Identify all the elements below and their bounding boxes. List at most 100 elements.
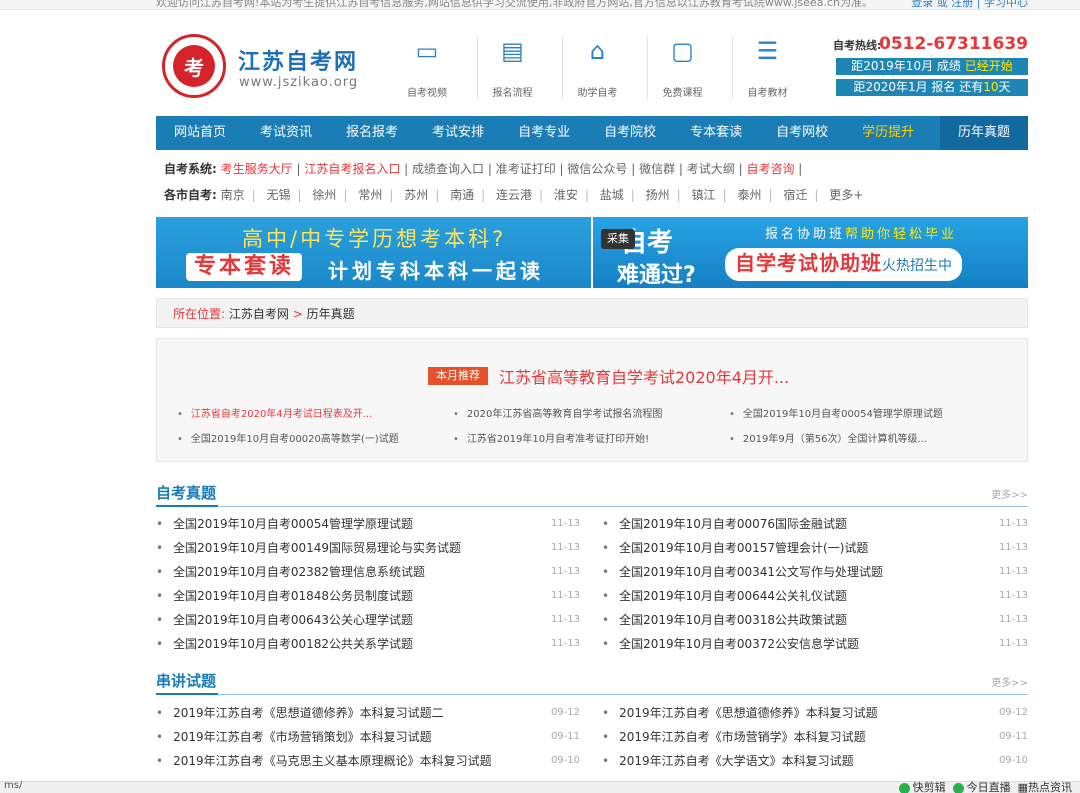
list-item[interactable]: • 全国2019年10月自考00644公关礼仪试题 11-13 <box>602 584 1028 608</box>
city-link[interactable]: 淮安 <box>554 188 578 202</box>
books-icon: ☰ <box>756 37 779 65</box>
list-item[interactable]: • 全国2019年10月自考00643公关心理学试题 11-13 <box>156 608 580 632</box>
recommend-headline[interactable]: 江苏省高等教育自学考试2020年4月开... <box>499 364 789 388</box>
classroom-icon: ▢ <box>671 37 694 65</box>
list-item[interactable]: • 2019年江苏自考《马克思主义基本原理概论》本科复习试题 09-10 <box>156 749 580 773</box>
nav-news[interactable]: 考试资讯 <box>243 116 329 150</box>
city-link[interactable]: 连云港 <box>496 188 532 202</box>
list-item[interactable]: • 2019年江苏自考《大学语文》本科复习试题 09-10 <box>602 749 1028 773</box>
list-item[interactable]: • 全国2019年10月自考00076国际金融试题 11-13 <box>602 512 1028 536</box>
recommend-link[interactable]: 2020年江苏省高等教育自学考试报名流程图 <box>453 405 662 420</box>
hotline-label: 自考热线: <box>833 39 882 52</box>
more-link[interactable]: 更多>> <box>991 674 1028 689</box>
list-item[interactable]: • 全国2019年10月自考01848公务员制度试题 11-13 <box>156 584 580 608</box>
city-link[interactable]: 苏州 <box>404 188 428 202</box>
section-title[interactable]: 自考真题 <box>156 482 216 503</box>
section-review-papers-list: • 2019年江苏自考《思想道德修养》本科复习试题二 09-12 • 2019年江苏自… <box>156 701 1028 781</box>
city-link[interactable]: 扬州 <box>646 188 670 202</box>
site-header: 考 江苏自考网 www.jszikao.org ▭ 自考视频 ▤ 报名流程 ⌂ … <box>156 26 1028 110</box>
login-register-link[interactable]: 登录 或 注册 | 学习中心 <box>911 0 1028 9</box>
tool-hot-news[interactable]: 热点资讯 <box>1028 781 1072 793</box>
quick-link-textbooks[interactable]: ☰ 自考教材 <box>732 36 802 99</box>
city-link[interactable]: 盐城 <box>600 188 624 202</box>
banner-combined-study[interactable]: 高中/中专学历想考本科? 专本套读 计划专科本科一起读 <box>156 217 591 288</box>
list-item[interactable]: • 全国2019年10月自考00372公安信息学试题 11-13 <box>602 632 1028 656</box>
sys-link-wechat-account[interactable]: 微信公众号 <box>567 162 627 176</box>
site-logo[interactable]: 考 <box>162 34 226 98</box>
list-item[interactable]: • 2019年江苏自考《思想道德修养》本科复习试题 09-12 <box>602 701 1028 725</box>
city-link[interactable]: 无锡 <box>267 188 291 202</box>
recommend-link[interactable]: 2019年9月（第56次）全国计算机等级... <box>729 430 927 445</box>
nav-degree-upgrade[interactable]: 学历提升 <box>845 116 931 150</box>
city-link[interactable]: 宿迁 <box>783 188 807 202</box>
book-icon: ▤ <box>501 37 524 65</box>
breadcrumb-current: 历年真题 <box>306 307 355 321</box>
promo-banners: 高中/中专学历想考本科? 专本套读 计划专科本科一起读 自考 采集 难通过? 报… <box>156 217 1028 288</box>
list-item[interactable]: • 2019年江苏自考《市场营销学》本科复习试题 09-11 <box>602 725 1028 749</box>
banner-assist-class[interactable]: 自考 采集 难通过? 报名协助班帮助你轻松毕业 自学考试协助班火热招生中 <box>593 217 1028 288</box>
list-item[interactable]: • 全国2019年10月自考00318公共政策试题 11-13 <box>602 608 1028 632</box>
more-link[interactable]: 更多>> <box>991 486 1028 501</box>
quick-link-free-course[interactable]: ▢ 免费课程 <box>647 36 717 99</box>
tool-quick-clip[interactable]: 快剪辑 <box>913 781 946 793</box>
presentation-icon: ▭ <box>415 37 439 65</box>
nav-online-school[interactable]: 自考网校 <box>759 116 845 150</box>
nav-schedule[interactable]: 考试安排 <box>415 116 501 150</box>
recommend-link[interactable]: 江苏省自考2020年4月考试日程表及开... <box>177 405 372 420</box>
list-item[interactable]: • 全国2019年10月自考00149国际贸易理论与实务试题 11-13 <box>156 536 580 560</box>
city-link[interactable]: 常州 <box>358 188 382 202</box>
list-item[interactable]: • 2019年江苏自考《市场营销策划》本科复习试题 09-11 <box>156 725 580 749</box>
collect-button[interactable]: 采集 <box>601 229 635 249</box>
city-link-more[interactable]: 更多+ <box>829 188 863 202</box>
recommend-link[interactable]: 全国2019年10月自考00020高等数学(一)试题 <box>177 430 399 445</box>
nav-home[interactable]: 网站首页 <box>156 116 243 150</box>
list-item[interactable]: • 全国2019年10月自考00054管理学原理试题 11-13 <box>156 512 580 536</box>
section-exam-papers-list: • 全国2019年10月自考00054管理学原理试题 11-13 • 全国2019年1… <box>156 512 1028 660</box>
tool-live[interactable]: 今日直播 <box>967 781 1011 793</box>
nav-combined[interactable]: 专本套读 <box>673 116 759 150</box>
sys-link-registration[interactable]: 江苏自考报名入口 <box>304 162 400 176</box>
list-item[interactable]: • 全国2019年10月自考02382管理信息系统试题 11-13 <box>156 560 580 584</box>
sys-link-consult[interactable]: 自考咨询 <box>746 162 794 176</box>
nav-registration[interactable]: 报名报考 <box>329 116 415 150</box>
city-link[interactable]: 徐州 <box>312 188 336 202</box>
sys-link-ticket-print[interactable]: 准考证打印 <box>496 162 556 176</box>
quick-link-assisted[interactable]: ⌂ 助学自考 <box>562 36 632 99</box>
nav-past-papers[interactable]: 历年真题 <box>939 116 1028 150</box>
city-link[interactable]: 南通 <box>450 188 474 202</box>
list-item[interactable]: • 全国2019年10月自考00182公共关系学试题 11-13 <box>156 632 580 656</box>
breadcrumb-home[interactable]: 江苏自考网 <box>229 307 289 321</box>
list-item[interactable]: • 全国2019年10月自考00157管理会计(一)试题 11-13 <box>602 536 1028 560</box>
sys-link-score-query[interactable]: 成绩查询入口 <box>412 162 484 176</box>
main-nav: 网站首页 考试资讯 报名报考 考试安排 自考专业 自考院校 专本套读 自考网校 … <box>156 116 1028 150</box>
site-name[interactable]: 江苏自考网 <box>238 44 358 76</box>
section-review-papers-header: 串讲试题 更多>> <box>156 668 1028 695</box>
monthly-recommend: 本月推荐 江苏省高等教育自学考试2020年4月开... 江苏省自考2020年4月… <box>156 338 1028 462</box>
city-link[interactable]: 镇江 <box>692 188 716 202</box>
list-item[interactable]: • 2019年江苏自考《思想道德修养》本科复习试题二 09-12 <box>156 701 580 725</box>
hotline-box: 自考热线: 0512-67311639 距2019年10月 成绩 已经开始 距2… <box>833 34 1028 104</box>
city-link[interactable]: 南京 <box>221 188 245 202</box>
sys-link-wechat-group[interactable]: 微信群 <box>639 162 675 176</box>
sys-link-service-hall[interactable]: 考生服务大厅 <box>221 162 293 176</box>
quick-link-registration[interactable]: ▤ 报名流程 <box>477 36 547 99</box>
logo-emblem-icon: 考 <box>173 45 215 87</box>
nav-majors[interactable]: 自考专业 <box>501 116 587 150</box>
list-item[interactable]: • 全国2019年10月自考00341公文写作与处理试题 11-13 <box>602 560 1028 584</box>
recommend-badge: 本月推荐 <box>428 367 488 385</box>
recommend-link[interactable]: 江苏省2019年10月自考准考证打印开始! <box>453 430 649 445</box>
scissors-icon <box>898 782 910 793</box>
welcome-text: 欢迎访问江苏自考网!本站为考生提供江苏自考信息服务,网站信息供学习交流使用,非政… <box>156 0 873 9</box>
site-url: www.jszikao.org <box>239 75 359 90</box>
news-icon: ▦ <box>1017 781 1028 793</box>
system-links-row: 自考系统: 考生服务大厅 | 江苏自考报名入口 | 成绩查询入口 | 准考证打印… <box>164 162 803 176</box>
recommend-link[interactable]: 全国2019年10月自考00054管理学原理试题 <box>729 405 943 420</box>
city-link[interactable]: 泰州 <box>737 188 761 202</box>
nav-colleges[interactable]: 自考院校 <box>587 116 673 150</box>
countdown-registration: 距2020年1月 报名 还有10天 <box>836 79 1028 96</box>
section-title[interactable]: 串讲试题 <box>156 670 216 691</box>
breadcrumb: 所在位置: 江苏自考网 > 历年真题 <box>156 298 1028 328</box>
sys-link-syllabus[interactable]: 考试大纲 <box>687 162 735 176</box>
status-url: ms/ <box>4 780 23 791</box>
quick-link-video[interactable]: ▭ 自考视频 <box>392 36 462 99</box>
